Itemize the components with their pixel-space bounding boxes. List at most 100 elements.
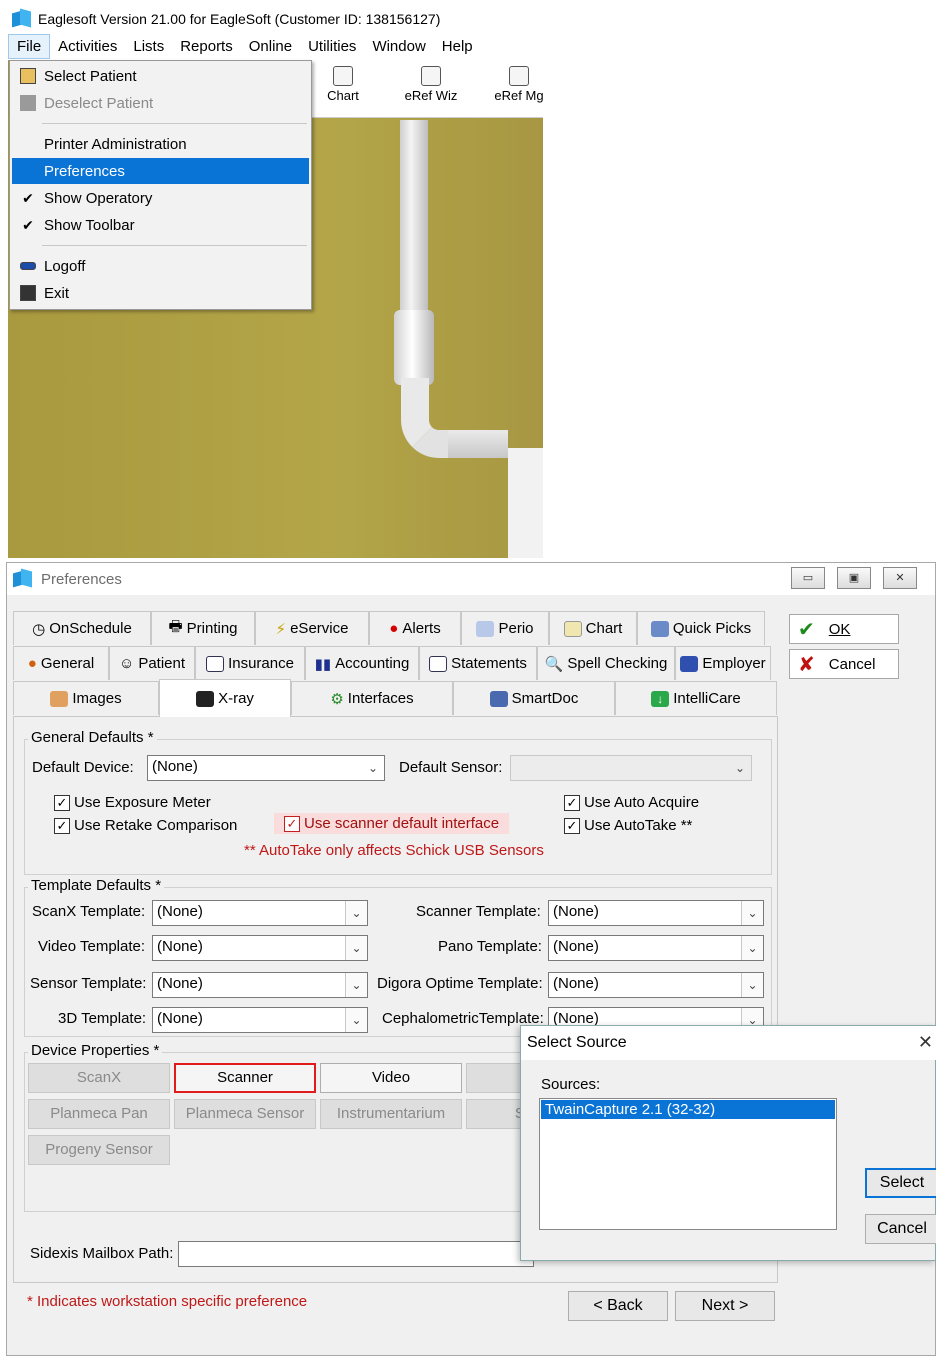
tab-quick-picks[interactable]: Quick Picks — [637, 611, 765, 645]
list-item[interactable]: TwainCapture 2.1 (32-32) — [541, 1100, 835, 1119]
use-scanner-default-interface-checkbox[interactable]: ✓ Use scanner default interface — [274, 813, 510, 834]
scanx-template-select[interactable]: (None) ⌄ — [152, 900, 368, 926]
digora-template-select[interactable]: (None) ⌄ — [548, 972, 764, 998]
menu-item-printer-administration[interactable]: Printer Administration — [12, 131, 309, 157]
title-bar: Eaglesoft Version 21.00 for EagleSoft (C… — [12, 8, 440, 30]
maximize-button[interactable]: ▣ — [837, 567, 871, 589]
pano-template-select[interactable]: (None) ⌄ — [548, 935, 764, 961]
preferences-label: Preferences — [44, 162, 125, 180]
xray-monitor-icon — [196, 690, 215, 707]
statements-icon — [429, 655, 448, 672]
background-image — [400, 120, 428, 310]
planmeca-sensor-button: Planmeca Sensor — [174, 1099, 316, 1129]
tab-printing[interactable]: 🖶 Printing — [151, 611, 255, 645]
sensor-template-select[interactable]: (None) ⌄ — [152, 972, 368, 998]
tab-label: Quick Picks — [672, 620, 752, 637]
tab-statements[interactable]: Statements — [419, 646, 537, 680]
menu-utilities[interactable]: Utilities — [300, 35, 364, 58]
menu-item-logoff[interactable]: Logoff — [12, 253, 309, 279]
tab-label: Accounting — [335, 655, 410, 672]
sources-list[interactable]: TwainCapture 2.1 (32-32) — [539, 1098, 837, 1230]
select-button[interactable]: Select — [865, 1168, 936, 1198]
minimize-button[interactable]: ▭ — [791, 567, 825, 589]
menu-item-select-patient[interactable]: Select Patient — [12, 63, 309, 89]
toolbar-chart-label: Chart — [327, 88, 359, 103]
menu-window[interactable]: Window — [364, 35, 433, 58]
menu-activities[interactable]: Activities — [50, 35, 125, 58]
menu-item-show-toolbar[interactable]: ✔ Show Toolbar — [12, 212, 309, 238]
tab-label: IntelliCare — [673, 690, 741, 707]
window-title: Eaglesoft Version 21.00 for EagleSoft (C… — [38, 11, 441, 27]
checkbox-checked-icon: ✓ — [564, 794, 580, 811]
tab-label: Insurance — [228, 655, 294, 672]
printer-admin-label: Printer Administration — [44, 135, 187, 153]
ok-button[interactable]: ✔ OK — [789, 614, 899, 644]
tab-intellicare[interactable]: ↓ IntelliCare — [615, 681, 777, 715]
menu-reports[interactable]: Reports — [172, 35, 241, 58]
tab-general[interactable]: ● General — [13, 646, 109, 680]
3d-template-select[interactable]: (None) ⌄ — [152, 1007, 368, 1033]
tab-employer[interactable]: Employer — [675, 646, 771, 680]
lightning-icon: ⚡ — [275, 620, 287, 638]
menu-item-preferences[interactable]: Preferences — [12, 158, 309, 184]
menu-item-exit[interactable]: Exit — [12, 280, 309, 306]
use-auto-acquire-checkbox[interactable]: ✓ Use Auto Acquire — [564, 794, 699, 811]
scanner-button[interactable]: Scanner — [174, 1063, 316, 1093]
use-exposure-meter-checkbox[interactable]: ✓ Use Exposure Meter — [54, 794, 211, 811]
tab-chart[interactable]: Chart — [549, 611, 637, 645]
ok-label: OK — [828, 620, 851, 638]
use-retake-comparison-checkbox[interactable]: ✓ Use Retake Comparison — [54, 817, 237, 834]
video-template-select[interactable]: (None) ⌄ — [152, 935, 368, 961]
workstation-footnote: * Indicates workstation specific prefere… — [27, 1293, 308, 1310]
back-button[interactable]: < Back — [568, 1291, 668, 1321]
tab-label: General — [40, 655, 95, 672]
toolbar-eref-wiz-button[interactable]: eRef Wiz — [396, 66, 466, 103]
device-properties-label: Device Properties * — [28, 1042, 163, 1059]
use-autotake-checkbox[interactable]: ✓ Use AutoTake ** — [564, 817, 692, 834]
scanx-button: ScanX — [28, 1063, 170, 1093]
chevron-down-icon: ⌄ — [345, 901, 367, 925]
tab-eservice[interactable]: ⚡ eService — [255, 611, 369, 645]
menu-file[interactable]: File — [8, 33, 51, 59]
exit-door-icon — [20, 285, 36, 301]
exit-label: Exit — [44, 284, 70, 302]
cancel-button[interactable]: ✘ Cancel — [789, 649, 899, 679]
tab-alerts[interactable]: ● Alerts — [369, 611, 461, 645]
tab-spell-checking[interactable]: 🔍 Spell Checking — [537, 646, 675, 680]
close-icon[interactable]: ✕ — [918, 1032, 933, 1053]
digora-template-value: (None) — [553, 975, 599, 992]
menu-separator — [42, 245, 307, 246]
tab-perio[interactable]: Perio — [461, 611, 549, 645]
default-sensor-select[interactable]: ⌄ — [510, 755, 752, 781]
tab-accounting[interactable]: ▮▮ Accounting — [305, 646, 419, 680]
tab-xray[interactable]: X-ray — [159, 679, 291, 717]
general-defaults-label: General Defaults * — [28, 729, 157, 746]
toolbar-chart-button[interactable]: Chart — [308, 66, 378, 103]
tab-images[interactable]: Images — [13, 681, 159, 715]
tab-interfaces[interactable]: ⚙ Interfaces — [291, 681, 453, 715]
eaglesoft-logo-icon — [13, 568, 33, 588]
chevron-down-icon: ⌄ — [741, 973, 763, 997]
tab-patient[interactable]: ☺ Patient — [109, 646, 195, 680]
default-device-select[interactable]: (None) ⌄ — [147, 755, 385, 781]
video-button[interactable]: Video — [320, 1063, 462, 1093]
menu-lists[interactable]: Lists — [125, 35, 172, 58]
cancel-source-button[interactable]: Cancel — [865, 1214, 936, 1244]
tab-insurance[interactable]: Insurance — [195, 646, 305, 680]
checkbox-checked-icon: ✓ — [54, 817, 70, 834]
menu-help[interactable]: Help — [434, 35, 481, 58]
toolbar-eref-mg-button[interactable]: eRef Mg — [484, 66, 543, 103]
menu-bar: File Activities Lists Reports Online Uti… — [8, 33, 481, 59]
close-button[interactable]: ✕ — [883, 567, 917, 589]
toolbar-eref-mg-label: eRef Mg — [494, 88, 543, 103]
scanner-template-select[interactable]: (None) ⌄ — [548, 900, 764, 926]
sidexis-mailbox-path-input[interactable] — [178, 1241, 534, 1267]
menu-online[interactable]: Online — [241, 35, 300, 58]
menu-item-show-operatory[interactable]: ✔ Show Operatory — [12, 185, 309, 211]
interfaces-icon: ⚙ — [330, 690, 344, 708]
scanx-template-label: ScanX Template: — [32, 903, 146, 920]
tab-smartdoc[interactable]: SmartDoc — [453, 681, 615, 715]
next-button[interactable]: Next > — [675, 1291, 775, 1321]
tab-onschedule[interactable]: ◷ OnSchedule — [13, 611, 151, 645]
checkbox-checked-icon: ✓ — [54, 794, 70, 811]
